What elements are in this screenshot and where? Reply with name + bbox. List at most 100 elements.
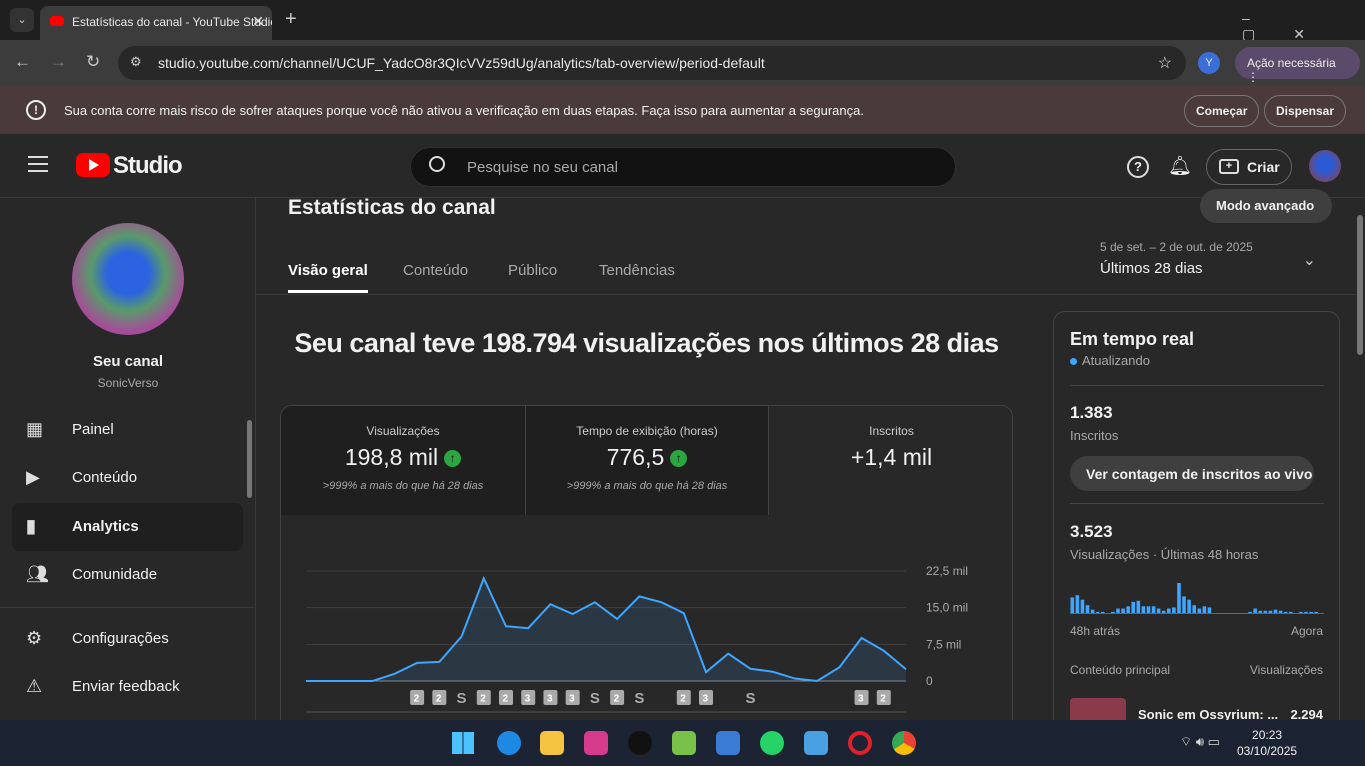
sidebar-scrollbar[interactable]: [247, 420, 252, 498]
windows-start-icon[interactable]: [452, 732, 474, 754]
realtime-bar: [1182, 596, 1186, 613]
realtime-subs: 1.383: [1070, 403, 1113, 422]
system-tray-icons[interactable]: ⌔ 🔊︎ ▭: [1180, 734, 1220, 750]
shorts-marker-icon: S: [745, 690, 755, 707]
tab-trends[interactable]: Tendências: [599, 262, 675, 279]
tiktok-icon[interactable]: [628, 731, 652, 755]
tab-content[interactable]: Conteúdo: [403, 262, 468, 279]
realtime-start-label: 48h atrás: [1070, 624, 1121, 638]
metric-card-views[interactable]: Visualizações 198,8 mil ↑ >999% a mais do q…: [281, 406, 525, 515]
metric-card-subscribers[interactable]: Inscritos +1,4 mil: [769, 406, 1012, 515]
instagram-icon[interactable]: [584, 731, 608, 755]
create-video-icon: +: [1219, 159, 1239, 174]
realtime-bar: [1080, 599, 1085, 613]
tab-overview[interactable]: Visão geral: [288, 262, 368, 293]
shorts-marker-icon: S: [457, 690, 467, 707]
y-tick-label: 22,5 mil: [926, 564, 968, 578]
views-chart[interactable]: 0 7,5 mil 15,0 mil 22,5 mil 2 2 S 2 2 3 3 3 S 2 S 2 3 S 3 2: [281, 516, 1013, 735]
site-info-icon[interactable]: ⚙: [130, 54, 142, 70]
new-tab-button[interactable]: +: [285, 8, 297, 31]
browser-tab[interactable]: Estatísticas do canal - YouTube Studio ✕: [40, 6, 272, 40]
notepad-icon[interactable]: [804, 731, 828, 755]
realtime-bar: [1314, 611, 1318, 613]
chrome-icon[interactable]: [892, 731, 916, 755]
realtime-end-label: Agora: [1290, 624, 1323, 638]
menu-icon[interactable]: [28, 156, 48, 172]
action-needed-button[interactable]: Ação necessária ⋮: [1235, 47, 1360, 84]
create-button[interactable]: + Criar: [1206, 149, 1292, 185]
realtime-bar: [1131, 601, 1136, 613]
reload-icon[interactable]: ↻: [86, 52, 100, 72]
studio-logo[interactable]: Studio: [113, 152, 183, 180]
channel-avatar[interactable]: [72, 223, 184, 335]
realtime-bar: [1253, 608, 1257, 613]
channel-search-input[interactable]: Pesquise no seu canal: [410, 147, 956, 187]
sidebar-item-settings[interactable]: ⚙ Configurações: [12, 615, 243, 663]
search-icon: [429, 156, 445, 172]
upload-marker-count: 2: [880, 694, 886, 705]
realtime-bar: [1299, 611, 1303, 613]
realtime-views: 3.523: [1070, 522, 1113, 541]
whatsapp-icon[interactable]: [760, 731, 784, 755]
window-controls[interactable]: –▢✕: [1242, 10, 1365, 43]
channel-name: SonicVerso: [97, 376, 159, 390]
upload-marker-count: 2: [480, 694, 486, 705]
chevron-down-icon: ⌄: [1302, 252, 1316, 269]
start-button[interactable]: Começar: [1184, 95, 1260, 127]
warning-text: Sua conta corre mais risco de sofrer ata…: [64, 103, 864, 118]
gear-icon: ⚙: [26, 628, 43, 648]
tab-list-button[interactable]: ⌄: [10, 8, 34, 32]
bookmark-star-icon[interactable]: ☆: [1158, 53, 1172, 73]
realtime-bar: [1121, 608, 1125, 613]
live-dot-icon: [1070, 358, 1077, 365]
realtime-subs-label: Inscritos: [1070, 428, 1119, 443]
realtime-bar: [1100, 611, 1105, 613]
dismiss-button[interactable]: Dispensar: [1264, 95, 1347, 127]
edge-icon[interactable]: [497, 731, 521, 755]
realtime-panel: Em tempo real Atualizando 1.383 Inscrito…: [1053, 311, 1340, 741]
shorts-marker-icon: S: [590, 690, 600, 707]
sidebar-item-content[interactable]: ▶ Conteúdo: [12, 454, 243, 502]
help-icon[interactable]: ?: [1127, 156, 1149, 178]
youtube-logo-icon[interactable]: [76, 153, 110, 177]
realtime-bar-chart[interactable]: [1070, 572, 1324, 616]
realtime-views-label: Visualizações · Últimas 48 horas: [1070, 547, 1259, 562]
realtime-bar: [1283, 611, 1288, 613]
live-subscriber-count-button[interactable]: Ver contagem de inscritos ao vivo: [1070, 456, 1314, 491]
opera-icon[interactable]: [848, 731, 872, 755]
realtime-bar: [1172, 607, 1176, 613]
realtime-bar: [1085, 605, 1090, 613]
shorts-marker-icon: S: [634, 690, 644, 707]
file-explorer-icon[interactable]: [540, 731, 564, 755]
upload-marker-count: 2: [436, 694, 442, 705]
advanced-mode-button[interactable]: Modo avançado: [1200, 189, 1332, 223]
realtime-bar: [1278, 610, 1283, 613]
realtime-bar: [1268, 610, 1273, 613]
metric-card-watch-time[interactable]: Tempo de exibição (horas) 776,5 ↑ >999% a m…: [525, 406, 769, 515]
profile-avatar[interactable]: Y: [1198, 52, 1220, 74]
account-avatar[interactable]: [1309, 150, 1341, 182]
store-icon[interactable]: [716, 731, 740, 755]
page-title: Estatísticas do canal: [288, 196, 496, 219]
notifications-bell-icon[interactable]: 🔔︎: [1168, 154, 1192, 178]
clock[interactable]: 20:23 03/10/2025: [1237, 727, 1297, 759]
sidebar-item-community[interactable]: 👥︎ Comunidade: [12, 551, 243, 599]
forward-icon[interactable]: →: [50, 52, 67, 72]
period-selector[interactable]: 5 de set. – 2 de out. de 2025 Últimos 28…: [1100, 240, 1330, 284]
photos-icon[interactable]: [672, 731, 696, 755]
upload-marker-count: 3: [858, 694, 864, 705]
url-field[interactable]: ⚙ studio.youtube.com/channel/UCUF_YadcO8r…: [118, 46, 1186, 80]
upload-marker-count: 2: [414, 694, 420, 705]
back-icon[interactable]: ←: [14, 52, 31, 72]
tab-audience[interactable]: Público: [508, 262, 557, 279]
sidebar-item-dashboard[interactable]: ▦ Painel: [12, 406, 243, 454]
sidebar-item-analytics[interactable]: ▮ Analytics: [12, 503, 243, 551]
overview-chart-panel: Visualizações 198,8 mil ↑ >999% a mais do q…: [280, 405, 1013, 735]
realtime-bar: [1207, 607, 1212, 613]
sidebar-item-feedback[interactable]: ⚠ Enviar feedback: [12, 663, 243, 711]
close-tab-icon[interactable]: ✕: [252, 13, 264, 30]
realtime-bar: [1151, 606, 1156, 613]
realtime-bar: [1090, 609, 1095, 613]
arrow-up-icon: ↑: [444, 450, 462, 467]
page-scrollbar[interactable]: [1357, 215, 1363, 355]
